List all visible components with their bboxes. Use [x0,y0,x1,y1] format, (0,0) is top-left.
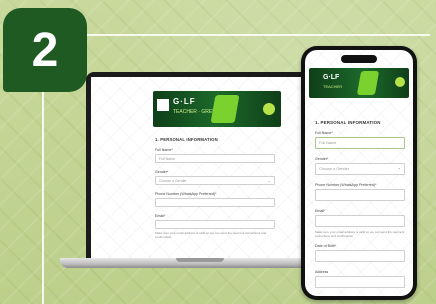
qr-code-icon [157,99,169,111]
full-name-label: Full Name* [155,148,173,152]
gender-label: Gender* [155,170,169,174]
ribbon-icon [210,95,240,123]
phone-email-input[interactable] [315,215,405,227]
laptop-display: G·LF TEACHER · GREEN 1. PERSONAL INFORMA… [91,77,309,258]
gender-value: Choose a Gender [159,179,187,183]
phone-dob-input[interactable] [315,250,405,262]
phone-email-label: Email* [315,209,326,213]
phone-full-name-input[interactable]: Full Name [315,137,405,149]
phone-registration-form: 1. PERSONAL INFORMATION Full Name* Full … [315,120,405,296]
section-title: 1. PERSONAL INFORMATION [155,137,218,142]
registration-form: 1. PERSONAL INFORMATION Full Name* Full … [155,137,275,245]
phone-address-label: Address [315,270,329,274]
chevron-down-icon: ⌄ [397,165,401,170]
ribbon-icon [356,71,380,95]
step-badge: 2 [3,8,87,92]
phone-label: Phone Number (WhatsApp Preferred)* [155,192,217,196]
phone-gender-label: Gender* [315,157,329,161]
phone-full-name-label: Full Name* [315,131,333,135]
event-banner: G·LF TEACHER · GREEN [153,91,281,127]
laptop-screen: G·LF TEACHER · GREEN 1. PERSONAL INFORMA… [86,72,314,258]
email-note: Make sure your email address is valid so… [155,231,267,239]
phone-email-note: Make sure your email address is valid so… [315,230,405,238]
email-input[interactable] [155,220,275,229]
laptop-notch [176,258,224,262]
golf-ball-icon [263,103,275,115]
step-number: 2 [31,23,59,77]
phone-full-name-placeholder: Full Name [319,141,337,145]
phone-dob-label: Date of Birth* [315,244,337,248]
email-label: Email* [155,214,166,218]
full-name-placeholder: Full Name [159,157,175,161]
full-name-input[interactable]: Full Name [155,154,275,163]
phone-gender-value: Choose a Gender [319,167,349,171]
phone-address-input[interactable] [315,276,405,288]
phone-event-banner: G·LF TEACHER [309,68,409,98]
phone-phone-input[interactable] [315,189,405,201]
phone-section-title: 1. PERSONAL INFORMATION [315,120,381,125]
phone-screen: G·LF TEACHER 1. PERSONAL INFORMATION Ful… [305,50,413,296]
dynamic-island [341,55,377,63]
chevron-down-icon: ⌄ [267,178,271,183]
phone-gender-select[interactable]: Choose a Gender ⌄ [315,163,405,175]
phone-input[interactable] [155,198,275,207]
banner-logo: G·LF [173,97,196,106]
phone-banner-logo: G·LF [323,74,340,81]
phone-phone-label: Phone Number (WhatsApp Preferred)* [315,183,377,187]
phone-device: G·LF TEACHER 1. PERSONAL INFORMATION Ful… [301,46,417,300]
phone-banner-subtitle: TEACHER [323,84,343,89]
gender-select[interactable]: Choose a Gender ⌄ [155,176,275,185]
golf-ball-icon [395,77,405,87]
